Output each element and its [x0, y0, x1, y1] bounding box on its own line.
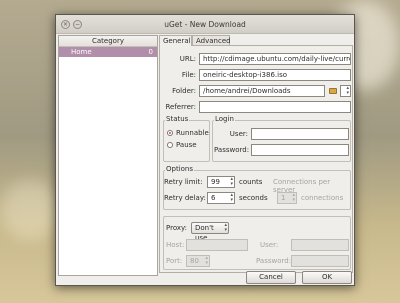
- retry-delay-label: Retry delay:: [164, 194, 206, 202]
- proxy-port-label: Port:: [166, 257, 183, 265]
- referrer-label: Referrer:: [165, 103, 196, 111]
- background-flare: [0, 180, 60, 240]
- titlebar: × − uGet - New Download: [56, 15, 354, 34]
- new-download-dialog: × − uGet - New Download Category Home 0 …: [55, 14, 355, 286]
- pause-radio[interactable]: [167, 142, 173, 148]
- connections-spinner[interactable]: 1 ▴ ▾: [277, 192, 297, 204]
- proxy-user-label: User:: [260, 241, 279, 249]
- folder-icon[interactable]: [329, 88, 337, 94]
- proxy-host-field[interactable]: [186, 239, 248, 251]
- retry-delay-unit: seconds: [239, 194, 268, 202]
- referrer-field[interactable]: [199, 101, 351, 113]
- proxy-user-field[interactable]: [291, 239, 349, 251]
- login-user-label: User:: [229, 130, 248, 138]
- options-frame-title: Options: [165, 165, 195, 173]
- retry-limit-spinner[interactable]: 99 ▴ ▾: [207, 176, 235, 188]
- category-header[interactable]: Category: [59, 36, 157, 47]
- retry-limit-unit: counts: [239, 178, 263, 186]
- sidebar-item-home[interactable]: Home 0: [59, 47, 157, 57]
- spin-arrows-icon: ▴ ▾: [292, 192, 295, 203]
- file-label: File:: [181, 71, 196, 79]
- chevron-updown-icon: ▴ ▾: [346, 85, 349, 96]
- login-frame-title: Login: [214, 115, 235, 123]
- folder-field[interactable]: /home/andrei/Downloads: [199, 85, 325, 97]
- proxy-port-value: 80: [190, 257, 199, 265]
- cancel-button[interactable]: Cancel: [246, 271, 296, 284]
- proxy-type-select[interactable]: Don't use ▴ ▾: [191, 222, 229, 242]
- file-field[interactable]: oneiric-desktop-i386.iso: [199, 69, 351, 81]
- folder-label: Folder:: [172, 87, 196, 95]
- sidebar-item-label: Home: [71, 48, 92, 56]
- proxy-label: Proxy:: [166, 224, 188, 232]
- chevron-updown-icon: ▴ ▾: [224, 222, 227, 233]
- retry-limit-value: 99: [211, 178, 220, 186]
- tab-general[interactable]: General: [159, 35, 192, 46]
- general-tab-panel: URL: http://cdimage.ubuntu.com/daily-liv…: [159, 45, 353, 273]
- sidebar-item-count: 0: [148, 48, 153, 56]
- spin-arrows-icon: ▴ ▾: [205, 255, 208, 266]
- proxy-host-label: Host:: [166, 241, 185, 249]
- status-frame-title: Status: [165, 115, 190, 123]
- retry-delay-value: 6: [211, 194, 216, 202]
- runnable-label[interactable]: Runnable: [176, 129, 209, 137]
- pause-label[interactable]: Pause: [176, 141, 197, 149]
- login-user-field[interactable]: [251, 128, 349, 140]
- retry-delay-spinner[interactable]: 6 ▴ ▾: [207, 192, 235, 204]
- proxy-port-spinner[interactable]: 80 ▴ ▾: [186, 255, 210, 267]
- url-field[interactable]: http://cdimage.ubuntu.com/daily-live/cur…: [199, 53, 351, 65]
- runnable-radio[interactable]: [167, 130, 173, 136]
- spin-arrows-icon[interactable]: ▴ ▾: [230, 193, 233, 203]
- proxy-password-field[interactable]: [291, 255, 349, 267]
- proxy-password-label: Password:: [256, 257, 292, 265]
- ok-button[interactable]: OK: [302, 271, 352, 284]
- url-label: URL:: [179, 55, 196, 63]
- connections-unit: connections: [301, 194, 344, 202]
- login-password-field[interactable]: [251, 144, 349, 156]
- retry-limit-label: Retry limit:: [164, 178, 203, 186]
- login-password-label: Password:: [214, 146, 250, 154]
- spin-arrows-icon[interactable]: ▴ ▾: [230, 177, 233, 187]
- category-sidebar: Category Home 0: [58, 35, 158, 276]
- folder-history-button[interactable]: ▴ ▾: [340, 85, 351, 97]
- connections-value: 1: [281, 194, 286, 202]
- window-title: uGet - New Download: [164, 20, 246, 29]
